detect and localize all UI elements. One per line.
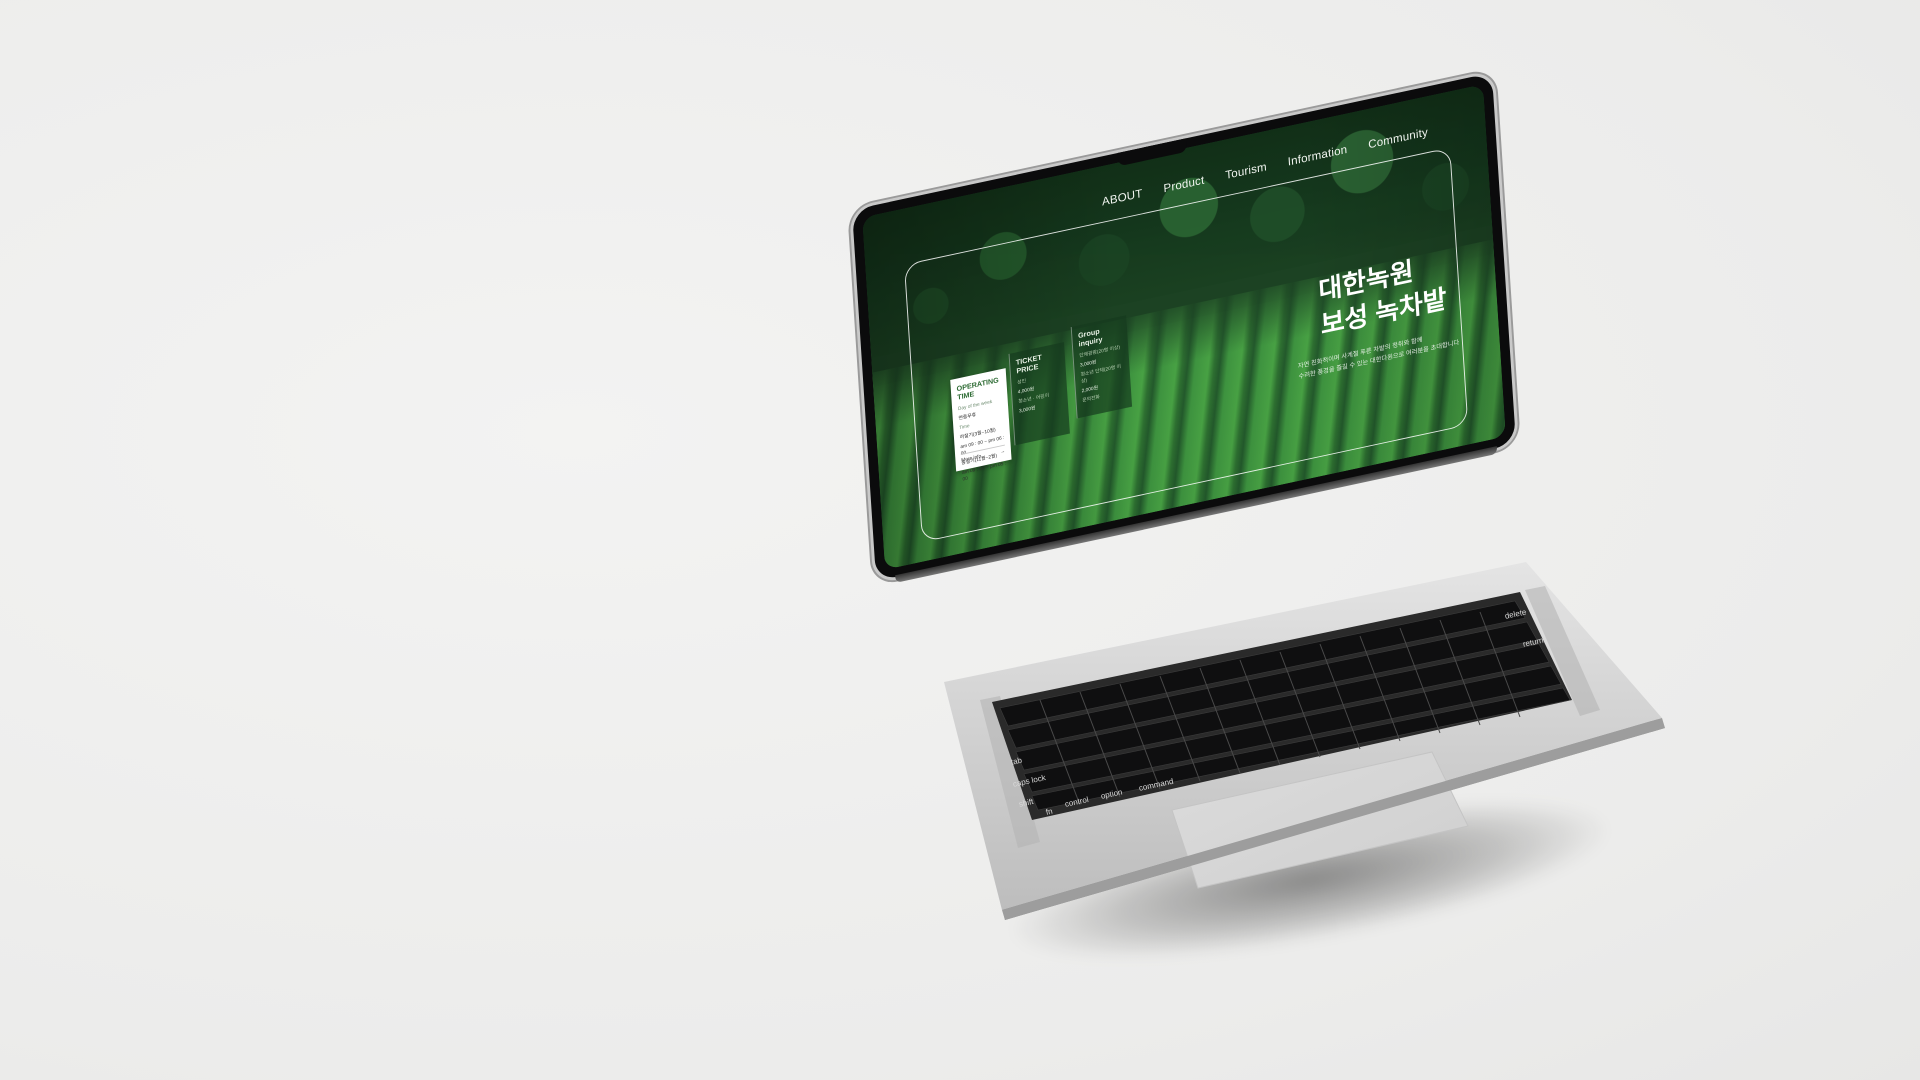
- ticket-price-card[interactable]: TICKET PRICE 성인 4,000원 청소년 · 어린이 3,000원: [1008, 342, 1070, 446]
- arrow-right-icon: →: [1000, 448, 1006, 456]
- mockup-stage: tab caps lock shift fn control option co…: [0, 0, 1920, 1080]
- group-inquiry-card[interactable]: Group inquiry 단체관람(20명 이상) 3,000원 청소년 단체…: [1070, 315, 1133, 419]
- operating-title-line1: OPERATING: [956, 375, 999, 394]
- operating-time-card[interactable]: OPERATING TIME Day of the week 연중무휴 Time…: [950, 368, 1012, 483]
